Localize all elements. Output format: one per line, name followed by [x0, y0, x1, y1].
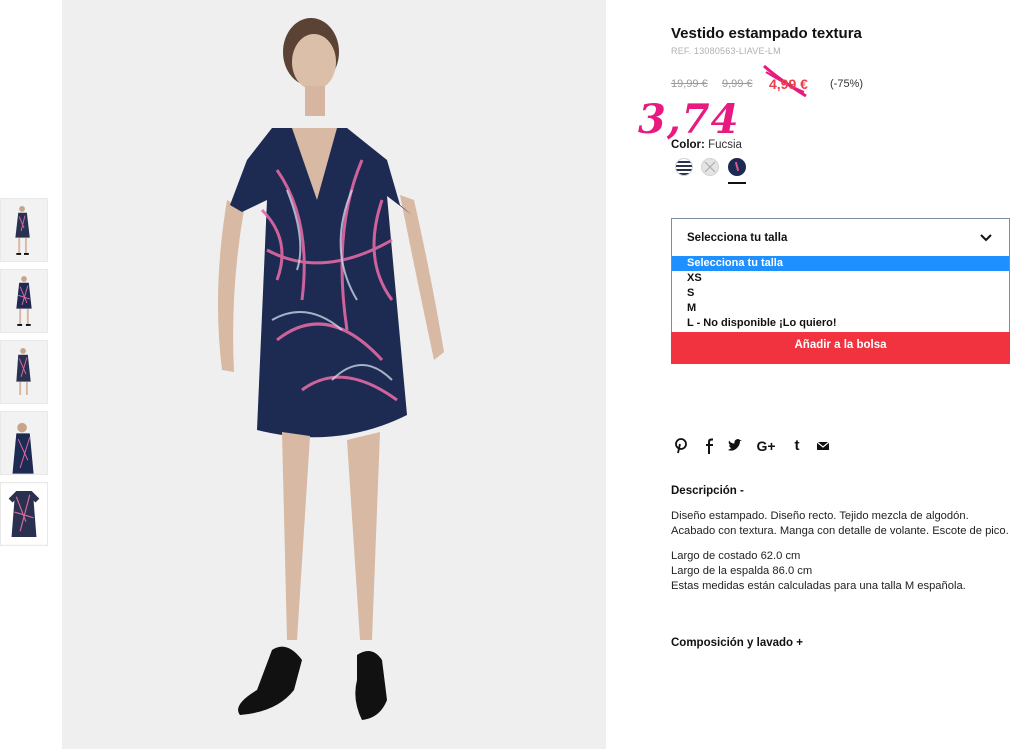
google-plus-icon[interactable]: G+: [755, 437, 777, 455]
product-info-panel: Vestido estampado textura REF. 13080563-…: [671, 0, 1011, 749]
product-main-image[interactable]: [62, 0, 606, 749]
color-value: Fucsia: [708, 139, 742, 151]
color-label: Color:: [671, 139, 705, 151]
thumbnail-4[interactable]: [0, 411, 48, 475]
size-option-s[interactable]: S: [672, 286, 1009, 301]
discount-badge: (-75%): [830, 78, 864, 90]
print-mark-icon: [734, 161, 740, 172]
chevron-down-icon: [980, 234, 992, 242]
add-to-bag-button[interactable]: Añadir a la bolsa: [671, 332, 1010, 364]
tumblr-icon[interactable]: t: [789, 437, 805, 455]
measurements: Largo de costado 62.0 cm Largo de la esp…: [671, 549, 1011, 594]
composition-toggle[interactable]: Composición y lavado +: [671, 637, 803, 649]
thumbnail-3[interactable]: [0, 340, 48, 404]
price-row: 19,99 € 9,99 € 4,99 € (-75%): [671, 76, 1011, 94]
selected-swatch-indicator: [728, 182, 746, 184]
color-swatches: [675, 158, 775, 188]
measure-note: Estas medidas están calculadas para una …: [671, 580, 966, 592]
swatch-grey-unavailable[interactable]: [701, 158, 719, 176]
size-option-l[interactable]: L - No disponible ¡Lo quiero!: [672, 316, 1009, 331]
measure-side-length: Largo de costado 62.0 cm: [671, 550, 801, 562]
twitter-icon[interactable]: [727, 437, 743, 455]
thumbnail-1[interactable]: [0, 198, 48, 262]
email-icon[interactable]: [815, 437, 831, 455]
swatch-stripes[interactable]: [675, 158, 693, 176]
size-option-m[interactable]: M: [672, 301, 1009, 316]
thumbnail-5[interactable]: [0, 482, 48, 546]
measure-back-length: Largo de la espalda 86.0 cm: [671, 565, 813, 577]
size-select-label: Selecciona tu talla: [687, 232, 788, 244]
sale-price: 4,99 €: [769, 76, 808, 92]
product-title: Vestido estampado textura: [671, 25, 862, 42]
size-option-xs[interactable]: XS: [672, 271, 1009, 286]
social-share: G+ t: [673, 437, 843, 455]
thumbnail-strip: [0, 198, 50, 553]
size-dropdown-list: Selecciona tu talla XS S M L - No dispon…: [671, 256, 1010, 333]
description-body: Diseño estampado. Diseño recto. Tejido m…: [671, 509, 1011, 594]
original-price: 19,99 €: [671, 78, 708, 90]
thumbnail-2[interactable]: [0, 269, 48, 333]
facebook-icon[interactable]: [701, 437, 717, 455]
previous-price: 9,99 €: [722, 78, 753, 90]
size-option-placeholder[interactable]: Selecciona tu talla: [672, 256, 1009, 271]
color-label-row: Color: Fucsia: [671, 139, 742, 151]
description-text: Diseño estampado. Diseño recto. Tejido m…: [671, 510, 1009, 537]
product-reference: REF. 13080563-LIAVE-LM: [671, 46, 781, 56]
pinterest-icon[interactable]: [673, 437, 689, 455]
swatch-navy-print[interactable]: [728, 158, 746, 176]
description-toggle[interactable]: Descripción -: [671, 485, 744, 497]
unavailable-cross-icon: [704, 161, 716, 173]
size-select[interactable]: Selecciona tu talla: [671, 218, 1010, 257]
